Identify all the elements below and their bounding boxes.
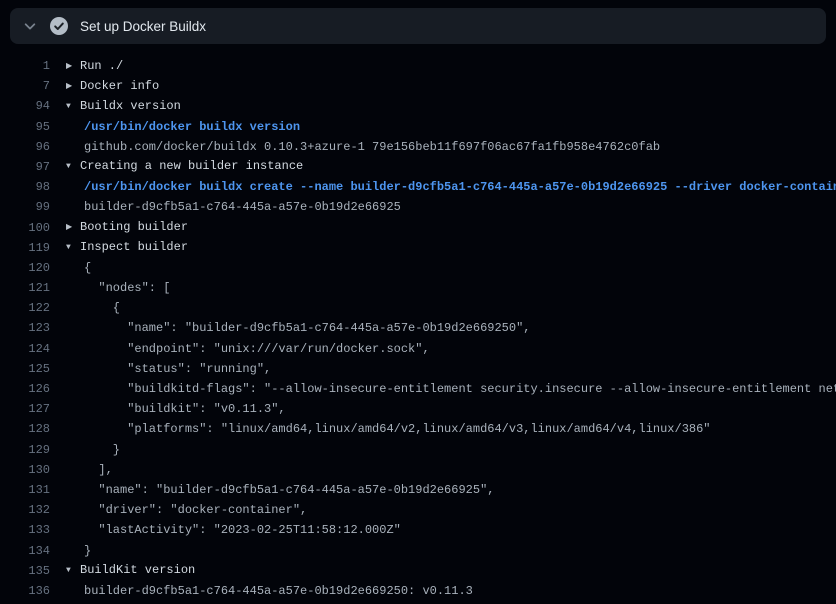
output-text: {: [66, 298, 120, 318]
triangle-down-icon[interactable]: ▼: [66, 97, 80, 117]
log-line: 95/usr/bin/docker buildx version: [0, 117, 836, 137]
output-text: "platforms": "linux/amd64,linux/amd64/v2…: [66, 419, 711, 439]
triangle-down-icon[interactable]: ▼: [66, 561, 80, 581]
log-line: 131 "name": "builder-d9cfb5a1-c764-445a-…: [0, 480, 836, 500]
output-text: "buildkitd-flags": "--allow-insecure-ent…: [66, 379, 836, 399]
line-number[interactable]: 128: [0, 419, 50, 439]
log-line: 120 {: [0, 258, 836, 278]
line-number[interactable]: 126: [0, 379, 50, 399]
log-line: 128 "platforms": "linux/amd64,linux/amd6…: [0, 419, 836, 439]
line-number[interactable]: 98: [0, 177, 50, 197]
log-line: 99 builder-d9cfb5a1-c764-445a-a57e-0b19d2…: [0, 197, 836, 217]
line-number[interactable]: 1: [0, 56, 50, 76]
log-line: 136 builder-d9cfb5a1-c764-445a-a57e-0b19d…: [0, 581, 836, 601]
triangle-right-icon[interactable]: ▶: [66, 218, 80, 238]
line-number[interactable]: 129: [0, 440, 50, 460]
triangle-right-icon[interactable]: ▶: [66, 77, 80, 97]
output-text: github.com/docker/buildx 0.10.3+azure-1 …: [66, 137, 660, 157]
log-line[interactable]: 7 ▶Docker info: [0, 76, 836, 96]
line-number[interactable]: 100: [0, 218, 50, 238]
log-line[interactable]: 100 ▶Booting builder: [0, 218, 836, 238]
log-line: 129 }: [0, 440, 836, 460]
log-line: 123 "name": "builder-d9cfb5a1-c764-445a-…: [0, 318, 836, 338]
triangle-down-icon[interactable]: ▼: [66, 157, 80, 177]
line-number[interactable]: 96: [0, 137, 50, 157]
log-line: 127 "buildkit": "v0.11.3",: [0, 399, 836, 419]
log-line: 98/usr/bin/docker buildx create --name b…: [0, 177, 836, 197]
output-text: "buildkit": "v0.11.3",: [66, 399, 286, 419]
output-text: "lastActivity": "2023-02-25T11:58:12.000…: [66, 520, 401, 540]
line-number[interactable]: 119: [0, 238, 50, 258]
log-line[interactable]: 135 ▼BuildKit version: [0, 561, 836, 581]
log-lines: 1▶Run ./7▶Docker info94▼Buildx version95…: [0, 44, 836, 601]
log-line: 133 "lastActivity": "2023-02-25T11:58:12…: [0, 520, 836, 540]
output-text: {: [66, 258, 91, 278]
line-number[interactable]: 120: [0, 258, 50, 278]
line-number[interactable]: 125: [0, 359, 50, 379]
log-line[interactable]: 97 ▼Creating a new builder instance: [0, 157, 836, 177]
group-title: Creating a new builder instance: [80, 159, 303, 173]
log-line[interactable]: 1 ▶Run ./: [0, 56, 836, 76]
check-circle-icon: [50, 17, 68, 35]
line-number[interactable]: 121: [0, 278, 50, 298]
log-line: 125 "status": "running",: [0, 359, 836, 379]
line-number[interactable]: 124: [0, 339, 50, 359]
log-line[interactable]: 119 ▼Inspect builder: [0, 238, 836, 258]
line-number[interactable]: 94: [0, 96, 50, 116]
line-number[interactable]: 135: [0, 561, 50, 581]
group-title: Booting builder: [80, 220, 188, 234]
log-line: 124 "endpoint": "unix:///var/run/docker.…: [0, 339, 836, 359]
group-title: Docker info: [80, 79, 159, 93]
log-line: 130 ],: [0, 460, 836, 480]
output-text: "name": "builder-d9cfb5a1-c764-445a-a57e…: [66, 318, 530, 338]
log-line[interactable]: 94 ▼Buildx version: [0, 96, 836, 116]
triangle-right-icon[interactable]: ▶: [66, 57, 80, 77]
log-line: 126 "buildkitd-flags": "--allow-insecure…: [0, 379, 836, 399]
output-text: ],: [66, 460, 113, 480]
output-text: "nodes": [: [66, 278, 170, 298]
step-header[interactable]: Set up Docker Buildx: [10, 8, 826, 44]
line-number[interactable]: 131: [0, 480, 50, 500]
group-title: Inspect builder: [80, 240, 188, 254]
output-text: }: [66, 541, 91, 561]
line-number[interactable]: 132: [0, 500, 50, 520]
line-number[interactable]: 7: [0, 76, 50, 96]
line-number[interactable]: 99: [0, 197, 50, 217]
group-title: Buildx version: [80, 99, 181, 113]
output-text: }: [66, 440, 120, 460]
triangle-down-icon[interactable]: ▼: [66, 238, 80, 258]
step-title: Set up Docker Buildx: [80, 19, 206, 34]
line-number[interactable]: 123: [0, 318, 50, 338]
line-number[interactable]: 134: [0, 541, 50, 561]
line-number[interactable]: 133: [0, 520, 50, 540]
output-text: "endpoint": "unix:///var/run/docker.sock…: [66, 339, 430, 359]
group-title: BuildKit version: [80, 563, 195, 577]
output-text: builder-d9cfb5a1-c764-445a-a57e-0b19d2e6…: [66, 197, 401, 217]
log-line: 122 {: [0, 298, 836, 318]
line-number[interactable]: 95: [0, 117, 50, 137]
output-text: "status": "running",: [66, 359, 271, 379]
log-line: 96 github.com/docker/buildx 0.10.3+azure-…: [0, 137, 836, 157]
group-title: Run ./: [80, 59, 123, 73]
line-number[interactable]: 127: [0, 399, 50, 419]
command-text: /usr/bin/docker buildx create --name bui…: [66, 177, 836, 197]
line-number[interactable]: 122: [0, 298, 50, 318]
command-text: /usr/bin/docker buildx version: [66, 117, 300, 137]
output-text: builder-d9cfb5a1-c764-445a-a57e-0b19d2e6…: [66, 581, 473, 601]
line-number[interactable]: 97: [0, 157, 50, 177]
log-line: 132 "driver": "docker-container",: [0, 500, 836, 520]
output-text: "driver": "docker-container",: [66, 500, 307, 520]
chevron-down-icon[interactable]: [22, 18, 38, 34]
line-number[interactable]: 130: [0, 460, 50, 480]
log-line: 134}: [0, 541, 836, 561]
log-line: 121 "nodes": [: [0, 278, 836, 298]
output-text: "name": "builder-d9cfb5a1-c764-445a-a57e…: [66, 480, 494, 500]
line-number[interactable]: 136: [0, 581, 50, 601]
